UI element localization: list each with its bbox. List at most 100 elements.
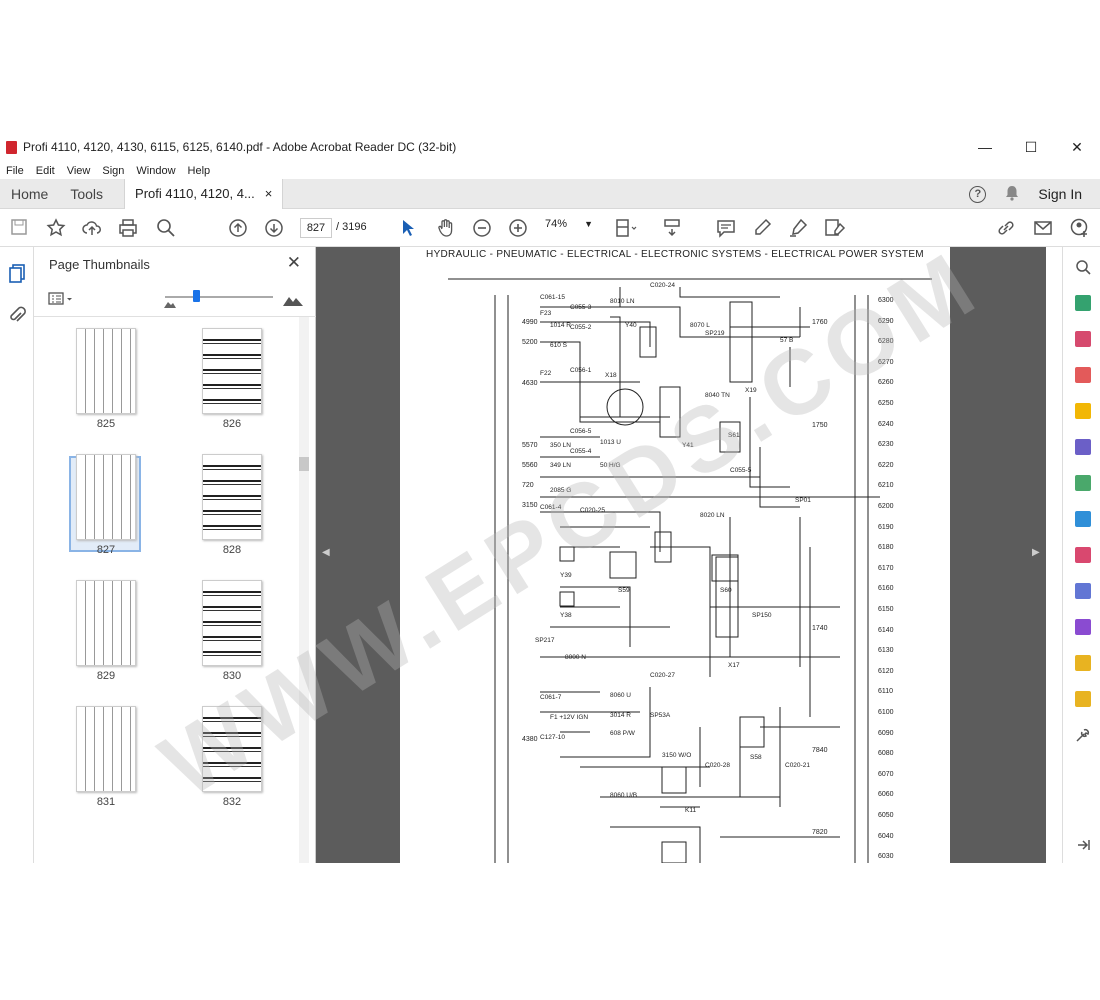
line-number: 6160 [878,585,894,593]
collapse-right-icon[interactable]: ▶ [1032,547,1040,558]
close-panel-button[interactable]: ✕ [287,253,301,273]
component-label: C056-5 [570,428,592,435]
cross-reference-left: 4990 [522,319,538,326]
tab-bar: Home Tools Profi 4110, 4120, 4... × ? Si… [0,178,1100,209]
wire-label: 8060 U/B [610,792,637,799]
hand-tool-icon[interactable] [436,218,456,243]
wire-label: 8010 LN [610,298,635,305]
organize-pages-icon[interactable] [1075,331,1091,347]
page-total: / 3196 [336,221,367,233]
zoom-in-icon[interactable] [508,218,528,243]
email-icon[interactable] [1033,218,1053,243]
slider-knob[interactable] [193,290,200,302]
component-label: C061-7 [540,694,562,701]
more-tools-icon[interactable] [1075,727,1091,743]
menu-file[interactable]: File [6,165,24,177]
save-icon[interactable] [10,218,28,241]
previous-page-icon[interactable] [228,218,248,243]
sign-in-link[interactable]: Sign In [1038,186,1082,202]
component-label: C055-3 [570,304,592,311]
zoom-out-icon[interactable] [472,218,492,243]
close-window-button[interactable]: ✕ [1054,139,1100,156]
select-cursor-icon[interactable] [400,218,416,243]
line-number: 6300 [878,297,894,304]
page-thumbnail[interactable] [76,580,136,666]
user-add-icon[interactable] [1070,218,1090,243]
component-label: S60 [720,587,732,594]
menu-sign[interactable]: Sign [102,165,124,177]
comment-tool-icon[interactable] [1075,403,1091,419]
attachment-icon[interactable] [8,305,26,330]
panel-scrollbar[interactable] [299,317,309,863]
next-page-icon[interactable] [264,218,284,243]
close-tab-button[interactable]: × [265,179,273,209]
fill-sign-icon[interactable] [824,218,846,243]
minimize-button[interactable]: — [962,139,1008,156]
tab-tools[interactable]: Tools [59,179,114,209]
scroll-mode-icon[interactable] [662,218,682,243]
component-label: C020-28 [705,762,730,769]
page-thumbnail[interactable] [202,706,262,792]
highlight-pen-icon[interactable] [752,218,772,243]
zoom-level-select[interactable]: 74% ▼ [545,218,593,230]
line-number: 6200 [878,503,894,510]
compress-pdf-icon[interactable] [1075,511,1091,527]
page-separator: / [336,221,340,233]
left-navigation-rail [0,247,34,863]
document-page: HYDRAULIC - PNEUMATIC - ELECTRICAL - ELE… [400,247,950,863]
thumbnail-options-icon[interactable] [48,291,74,312]
page-display-icon[interactable] [614,218,638,243]
cross-reference-left: 5200 [522,339,538,346]
wire-label: 349 LN [550,462,571,469]
share-link-icon[interactable] [996,218,1016,243]
mountain-large-icon[interactable] [283,292,303,311]
page-thumbnail[interactable] [76,328,136,414]
search-icon[interactable] [156,218,176,243]
page-thumbnail[interactable] [76,454,136,540]
page-thumbnail[interactable] [76,706,136,792]
bell-icon[interactable] [1004,185,1020,204]
page-thumbnail[interactable] [202,328,262,414]
collapse-pane-icon[interactable] [1075,837,1091,853]
fill-and-sign-icon[interactable] [1075,547,1091,563]
wire-label: 8070 L [690,322,710,329]
comment-icon[interactable] [716,218,736,243]
menu-window[interactable]: Window [136,165,175,177]
maximize-button[interactable]: ☐ [1008,139,1054,156]
tab-home[interactable]: Home [0,179,59,209]
help-icon[interactable]: ? [969,185,987,203]
bookmark-star-icon[interactable] [46,218,66,243]
component-label: C020-21 [785,762,810,769]
request-signature-icon[interactable] [1075,619,1091,635]
panel-scroll-thumb[interactable] [299,457,309,471]
title-bar: Profi 4110, 4120, 4130, 6115, 6125, 6140… [0,132,1100,162]
create-pdf-icon[interactable] [1075,367,1091,383]
page-thumbnail[interactable] [202,580,262,666]
menu-help[interactable]: Help [188,165,211,177]
wire-label: 50 H/G [600,462,621,469]
component-label: C020-25 [580,507,605,514]
collapse-left-icon[interactable]: ◀ [322,547,330,558]
combine-files-icon[interactable] [1075,439,1091,455]
component-label: SP53A [650,712,671,719]
edit-pdf-icon[interactable] [1075,475,1091,491]
component-label: C055-4 [570,448,592,455]
page-thumbnail[interactable] [202,454,262,540]
print-icon[interactable] [118,218,138,243]
menu-view[interactable]: View [67,165,91,177]
tab-document[interactable]: Profi 4110, 4120, 4... × [124,178,284,209]
page-number-input[interactable]: 827 [300,218,332,238]
sign-pen-icon[interactable] [788,218,808,243]
page-thumbnails-icon[interactable] [8,263,26,288]
prepare-form-icon[interactable] [1075,655,1091,671]
action-wizard-icon[interactable] [1075,691,1091,707]
zoom-search-icon[interactable] [1075,259,1091,275]
thumbnail-size-slider[interactable] [165,296,273,298]
upload-cloud-icon[interactable] [82,218,102,243]
component-label: F22 [540,370,552,377]
export-pdf-icon[interactable] [1075,295,1091,311]
pdf-file-icon [6,140,17,154]
protect-shield-icon[interactable] [1075,583,1091,599]
component-label: SP217 [535,637,555,644]
menu-edit[interactable]: Edit [36,165,55,177]
